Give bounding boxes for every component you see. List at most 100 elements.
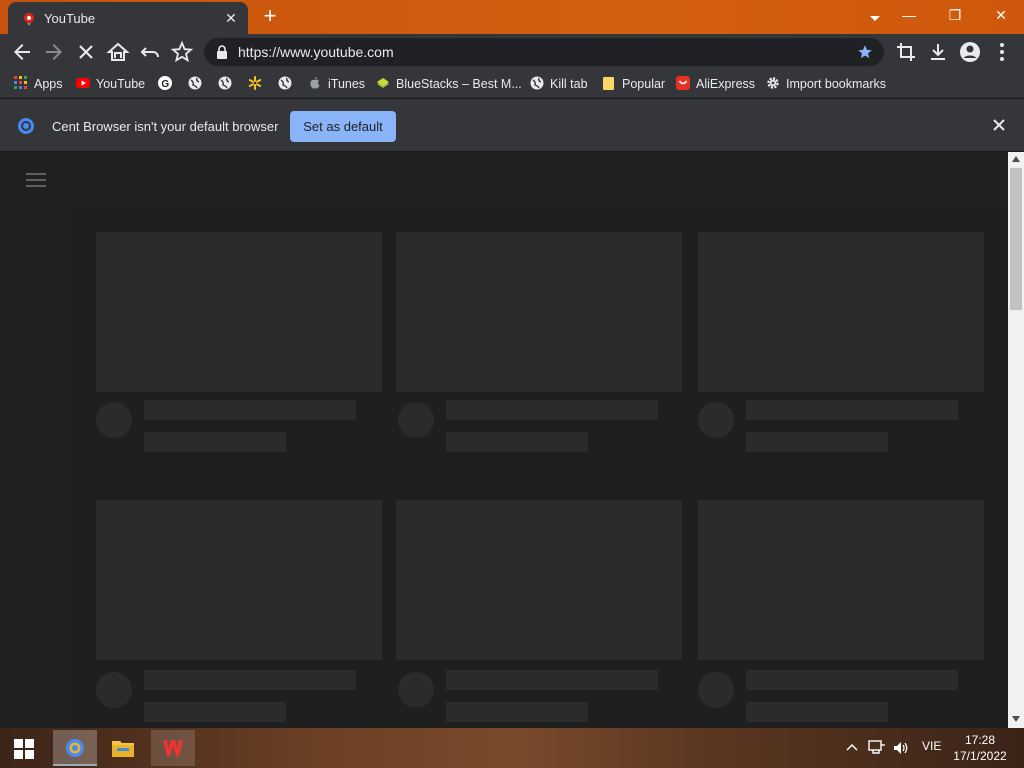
youtube-icon <box>76 78 90 88</box>
bookmark-import[interactable]: Import bookmarks <box>766 76 886 92</box>
video-thumbnail-placeholder <box>698 500 984 660</box>
channel-avatar-placeholder <box>698 402 734 438</box>
infobar-message: Cent Browser isn't your default browser <box>52 119 279 134</box>
bluestacks-icon <box>377 78 389 88</box>
download-icon[interactable] <box>926 40 950 64</box>
bookmark-star-icon[interactable] <box>170 40 194 64</box>
bookmark-aliexpress[interactable]: AliExpress <box>676 76 755 92</box>
aliexpress-icon <box>676 76 690 90</box>
url-text[interactable]: https://www.youtube.com <box>238 44 394 60</box>
title-placeholder <box>746 670 958 690</box>
video-thumbnail-placeholder <box>396 232 682 392</box>
bookmark-globe-2[interactable] <box>218 76 238 92</box>
scroll-down-arrow-icon[interactable] <box>1012 716 1020 722</box>
channel-avatar-placeholder <box>398 672 434 708</box>
scroll-up-arrow-icon[interactable] <box>1012 156 1020 162</box>
input-language-indicator[interactable]: VIE <box>922 739 941 753</box>
stop-loading-icon[interactable] <box>74 40 98 64</box>
forward-arrow-icon[interactable] <box>42 40 66 64</box>
folder-icon <box>112 741 134 757</box>
title-placeholder <box>144 400 356 420</box>
minimize-button[interactable]: — <box>886 0 932 30</box>
meta-placeholder <box>746 432 888 452</box>
crop-icon[interactable] <box>894 40 918 64</box>
meta-placeholder <box>446 702 588 722</box>
title-placeholder <box>446 400 658 420</box>
meta-placeholder <box>144 702 286 722</box>
bookmark-label: BlueStacks – Best M... <box>396 77 522 91</box>
restore-button[interactable]: ❐ <box>932 0 978 30</box>
sidebar-placeholder <box>0 208 72 728</box>
meta-placeholder <box>446 432 588 452</box>
video-thumbnail-placeholder <box>396 500 682 660</box>
close-window-button[interactable]: ✕ <box>978 0 1024 30</box>
taskbar-clock[interactable]: 17:28 17/1/2022 <box>948 732 1012 764</box>
masthead <box>0 152 1008 208</box>
title-placeholder <box>446 670 658 690</box>
svg-text:G: G <box>161 79 169 90</box>
bookmark-folder-popular[interactable]: Popular <box>602 76 665 92</box>
clock-time: 17:28 <box>964 733 996 747</box>
clock-date: 17/1/2022 <box>953 749 1007 763</box>
cent-browser-logo-icon <box>18 118 34 134</box>
channel-avatar-placeholder <box>96 402 132 438</box>
video-thumbnail-placeholder <box>698 232 984 392</box>
taskbar-wps-office[interactable] <box>151 730 195 766</box>
network-icon[interactable] <box>868 740 886 756</box>
scrollbar-thumb[interactable] <box>1010 168 1022 310</box>
google-icon: G <box>158 76 172 90</box>
bookmark-globe-1[interactable] <box>188 76 208 92</box>
bookmark-bluestacks[interactable]: BlueStacks – Best M... <box>376 76 522 92</box>
youtube-favicon-icon <box>24 13 34 26</box>
volume-icon[interactable] <box>892 740 910 756</box>
bookmark-globe-3[interactable] <box>278 76 298 92</box>
page-scrollbar[interactable] <box>1008 152 1024 728</box>
bookmark-walmart[interactable] <box>248 76 268 92</box>
show-hidden-icons-icon[interactable] <box>846 743 858 751</box>
bookmark-itunes[interactable]: iTunes <box>308 76 365 92</box>
address-bar[interactable]: https://www.youtube.com <box>204 38 884 66</box>
default-browser-infobar: Cent Browser isn't your default browser … <box>0 99 1024 152</box>
hamburger-menu-icon[interactable] <box>26 172 46 188</box>
bookmark-label: iTunes <box>328 77 366 91</box>
windows-taskbar: VIE 17:28 17/1/2022 <box>0 728 1024 768</box>
lock-icon[interactable] <box>216 45 228 59</box>
tab-youtube[interactable]: YouTube ✕ <box>8 2 248 34</box>
back-arrow-icon[interactable] <box>10 40 34 64</box>
start-button[interactable] <box>2 730 46 766</box>
set-as-default-button[interactable]: Set as default <box>290 111 396 142</box>
folder-icon <box>603 77 614 90</box>
channel-avatar-placeholder <box>398 402 434 438</box>
youtube-page <box>0 152 1008 728</box>
new-tab-button[interactable]: + <box>258 5 282 28</box>
more-menu-icon[interactable] <box>990 40 1014 64</box>
bookmark-label: Kill tab <box>550 77 588 91</box>
globe-icon <box>278 76 292 90</box>
bookmark-apps[interactable]: Apps <box>14 76 63 92</box>
undo-icon[interactable] <box>138 40 162 64</box>
bookmark-kill-tab[interactable]: Kill tab <box>530 76 588 92</box>
walmart-icon <box>248 76 262 90</box>
chevron-down-icon <box>870 16 880 21</box>
apple-icon <box>310 77 320 89</box>
close-icon[interactable] <box>990 116 1008 134</box>
bookmark-label: AliExpress <box>696 77 756 91</box>
title-placeholder <box>746 400 958 420</box>
bookmark-label: Import bookmarks <box>786 77 887 91</box>
bookmark-google[interactable]: G <box>158 76 178 92</box>
globe-icon <box>188 76 202 90</box>
meta-placeholder <box>746 702 888 722</box>
bookmark-label: Popular <box>622 77 666 91</box>
channel-avatar-placeholder <box>698 672 734 708</box>
taskbar-cent-browser[interactable] <box>53 730 97 766</box>
bookmarked-star-icon[interactable] <box>856 43 874 61</box>
tab-close-icon[interactable]: ✕ <box>222 9 240 27</box>
home-icon[interactable] <box>106 40 130 64</box>
profile-avatar-icon[interactable] <box>958 40 982 64</box>
title-placeholder <box>144 670 356 690</box>
taskbar-file-explorer[interactable] <box>101 730 145 766</box>
wps-office-icon <box>163 740 183 756</box>
tab-title: YouTube <box>44 11 96 26</box>
bookmark-youtube[interactable]: YouTube <box>76 76 145 92</box>
video-thumbnail-placeholder <box>96 500 382 660</box>
